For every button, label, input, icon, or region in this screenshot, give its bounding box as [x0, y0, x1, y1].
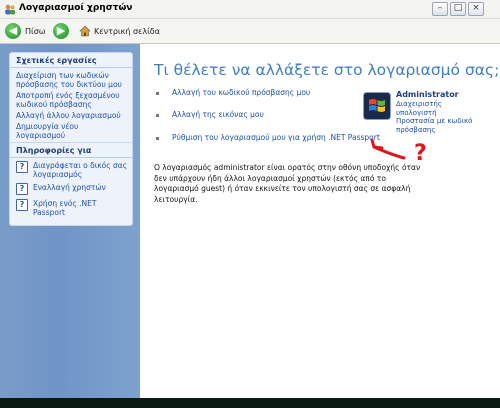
close-button[interactable]: ×: [468, 2, 484, 16]
windows-logo-avatar-icon: [363, 92, 391, 120]
option-change-password[interactable]: Αλλαγή του κωδικού πρόσβασης μου: [172, 88, 310, 97]
home-icon[interactable]: [79, 25, 91, 37]
related-tasks-title: Σχετικές εργασίες: [10, 53, 132, 68]
desktop-background: [0, 398, 500, 408]
navigation-toolbar: ◀ Πίσω ▶ Κεντρική σελίδα: [0, 19, 500, 44]
info-label[interactable]: Εναλλαγή χρηστών: [33, 183, 106, 192]
help-icon: ?: [16, 199, 28, 211]
maximize-icon: □: [453, 3, 463, 13]
arrow-right-icon: ▶: [56, 24, 66, 37]
bullet-icon: [156, 92, 159, 95]
close-icon: ×: [472, 3, 480, 13]
user-accounts-window: Λογαριασμοί χρηστών – □ × ◀ Πίσω ▶ Κεντρ…: [0, 0, 500, 398]
window-title: Λογαριασμοί χρηστών: [19, 3, 133, 13]
title-bar: Λογαριασμοί χρηστών – □ ×: [0, 0, 500, 19]
red-annotation-arrow-icon: ?: [370, 138, 427, 166]
learn-about-panel: Πληροφορίες για ? Διαγράφεται ο δικός σα…: [9, 142, 133, 226]
info-item-delete-account[interactable]: ? Διαγράφεται ο δικός σας λογαριασμός: [16, 161, 128, 179]
user-name: Administrator: [396, 90, 459, 99]
forward-button[interactable]: ▶: [53, 23, 69, 39]
task-manage-network-passwords[interactable]: Διαχείριση των κωδικών πρόσβασης του δικ…: [16, 71, 128, 89]
minimize-icon: –: [437, 3, 443, 13]
minimize-button[interactable]: –: [432, 2, 448, 16]
users-icon: [5, 4, 16, 15]
maximize-button[interactable]: □: [450, 2, 466, 16]
info-item-switch-users[interactable]: ? Εναλλαγή χρηστών: [16, 183, 128, 195]
main-content: Τι θέλετε να αλλάξετε στο λογαριασμό σας…: [140, 44, 500, 398]
bullet-icon: [156, 114, 159, 117]
annotation-question-mark: ?: [414, 141, 427, 166]
home-label[interactable]: Κεντρική σελίδα: [94, 27, 160, 36]
arrow-left-icon: ◀: [8, 24, 18, 37]
info-label[interactable]: Χρήση ενός .NET Passport: [33, 199, 128, 217]
info-label[interactable]: Διαγράφεται ο δικός σας λογαριασμός: [33, 161, 128, 179]
back-button[interactable]: ◀: [5, 23, 21, 39]
info-item-net-passport[interactable]: ? Χρήση ενός .NET Passport: [16, 199, 128, 217]
task-prevent-forgotten-password[interactable]: Αποτροπή ενός ξεχασμένου κωδικού πρόσβασ…: [16, 91, 128, 109]
sidebar: Σχετικές εργασίες Διαχείριση των κωδικών…: [0, 44, 140, 398]
back-label[interactable]: Πίσω: [25, 27, 46, 36]
help-icon: ?: [16, 161, 28, 173]
task-change-another-account[interactable]: Αλλαγή άλλου λογαριασμού: [16, 111, 128, 120]
user-protection: Προστασία με κωδικό πρόσβασης: [396, 117, 473, 134]
page-title: Τι θέλετε να αλλάξετε στο λογαριασμό σας…: [154, 61, 500, 79]
bullet-icon: [156, 137, 159, 140]
user-role: Διαχειριστής υπολογιστή: [396, 100, 442, 117]
learn-about-title: Πληροφορίες για: [10, 143, 132, 158]
option-change-picture[interactable]: Αλλαγή της εικόνας μου: [172, 110, 264, 119]
account-description: Ο λογαριασμός administrator είναι ορατός…: [154, 163, 421, 204]
task-create-new-account[interactable]: Δημιουργία νέου λογαριασμού: [16, 122, 128, 140]
related-tasks-panel: Σχετικές εργασίες Διαχείριση των κωδικών…: [9, 52, 133, 147]
user-details: Διαχειριστής υπολογιστή Προστασία με κωδ…: [396, 100, 478, 134]
help-icon: ?: [16, 183, 28, 195]
option-setup-net-passport[interactable]: Ρύθμιση του λογαριασμού μου για χρήση .N…: [172, 133, 380, 142]
